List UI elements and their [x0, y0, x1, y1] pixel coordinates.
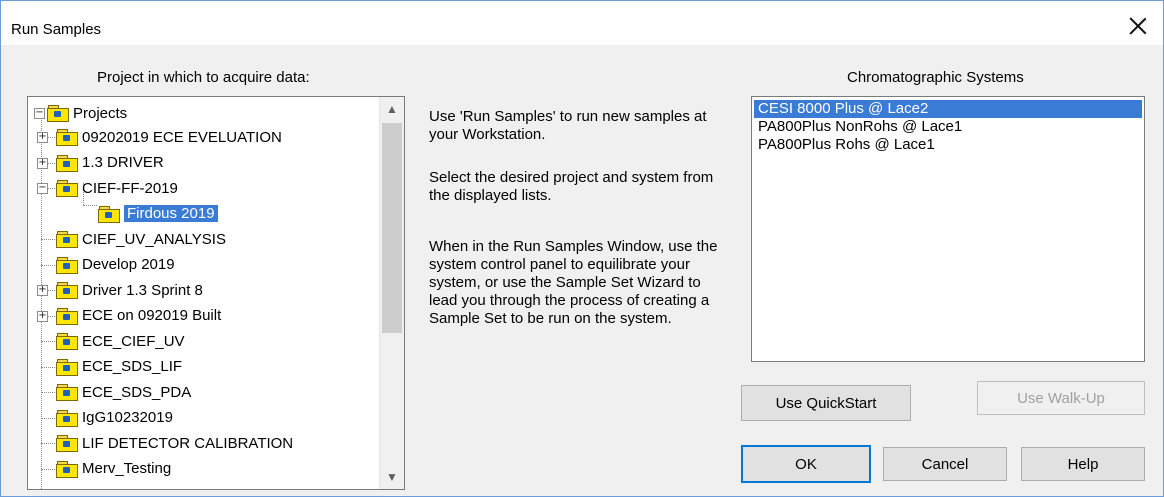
- tree-connector-line: [41, 366, 55, 368]
- scrollbar-thumb[interactable]: [382, 123, 402, 333]
- close-icon[interactable]: [1127, 15, 1149, 37]
- tree-item-project[interactable]: LIF DETECTOR CALIBRATION: [56, 432, 293, 454]
- project-folder-icon: [56, 409, 78, 427]
- tree-item-label: ECE_CIEF_UV: [82, 332, 185, 350]
- help-button[interactable]: Help: [1021, 447, 1145, 481]
- tree-connector-line: [41, 468, 55, 470]
- title-bar: Run Samples: [1, 1, 1163, 45]
- tree-connector-line: [83, 205, 97, 206]
- tree-item-projects-root[interactable]: − Projects: [34, 102, 127, 124]
- tree-item-label: IgG10232019: [82, 409, 173, 426]
- tree-connector-line: [41, 239, 55, 240]
- project-folder-icon: [56, 282, 78, 299]
- project-folder-icon: [98, 205, 120, 223]
- tree-connector-line: [41, 341, 55, 342]
- expand-icon[interactable]: +: [37, 157, 48, 169]
- tree-item-project[interactable]: CIEF_UV_ANALYSIS: [56, 228, 226, 250]
- collapse-icon[interactable]: −: [34, 107, 45, 119]
- scroll-down-arrow-icon[interactable]: ▼: [380, 465, 404, 489]
- tree-item-label: CIEF_UV_ANALYSIS: [82, 230, 226, 248]
- project-tree-content: − Projects +09202019 ECE EVELUATION +1.3 …: [28, 97, 380, 489]
- project-folder-icon: [56, 460, 78, 478]
- help-paragraph-3: When in the Run Samples Window, use the …: [429, 238, 718, 327]
- tree-item-label: ECE on 092019 Built: [82, 307, 222, 324]
- cancel-button[interactable]: Cancel: [883, 447, 1007, 481]
- use-quickstart-button[interactable]: Use QuickStart: [741, 385, 911, 421]
- tree-connector-line: [41, 392, 55, 393]
- tree-item-project[interactable]: ECE_CIEF_UV: [56, 330, 185, 352]
- project-list-label: Project in which to acquire data:: [97, 69, 310, 86]
- tree-item-project[interactable]: ECE_SDS_PDA: [56, 381, 191, 403]
- tree-item-project[interactable]: Merv_Testing: [56, 458, 171, 480]
- tree-connector-line: [41, 113, 42, 489]
- tree-connector-line: [41, 443, 55, 444]
- help-paragraph-2: Select the desired project and system fr…: [429, 169, 714, 204]
- tree-item-project[interactable]: Develop 2019: [56, 254, 175, 276]
- tree-item-project[interactable]: ECE on 092019 Built: [56, 305, 221, 327]
- system-item[interactable]: PA800Plus NonRohs @ Lace1: [754, 118, 1142, 136]
- tree-connector-line: [41, 417, 55, 419]
- project-folder-icon: [47, 105, 69, 122]
- tree-item-project[interactable]: IgG10232019: [56, 407, 173, 429]
- expand-icon[interactable]: +: [37, 285, 48, 296]
- systems-list-label: Chromatographic Systems: [847, 69, 1024, 86]
- system-item[interactable]: CESI 8000 Plus @ Lace2: [754, 100, 1142, 118]
- tree-item-label: Firdous 2019: [124, 205, 218, 222]
- tree-item-label: ECE_SDS_LIF: [82, 358, 183, 375]
- tree-item-project[interactable]: CIEF-FF-2019: [56, 177, 178, 199]
- run-samples-dialog: Run Samples Project in which to acquire …: [0, 0, 1164, 497]
- tree-item-project[interactable]: 1.3 DRIVER: [56, 152, 164, 174]
- tree-connector-line: [41, 264, 55, 266]
- project-folder-icon: [56, 307, 78, 325]
- help-paragraph-1: Use 'Run Samples' to run new samples at …: [429, 108, 707, 143]
- system-item[interactable]: PA800Plus Rohs @ Lace1: [754, 136, 1142, 154]
- tree-scrollbar[interactable]: ▲ ▼: [379, 97, 404, 489]
- project-folder-icon: [56, 333, 78, 350]
- project-folder-icon: [56, 256, 78, 274]
- tree-item-project[interactable]: 09202019 ECE EVELUATION: [56, 126, 282, 148]
- use-walk-up-button[interactable]: Use Walk-Up: [977, 381, 1145, 415]
- tree-item-project[interactable]: Firdous 2019: [98, 203, 218, 225]
- project-folder-icon: [56, 231, 78, 248]
- systems-list[interactable]: CESI 8000 Plus @ Lace2 PA800Plus NonRohs…: [751, 96, 1145, 362]
- scroll-up-arrow-icon[interactable]: ▲: [380, 97, 404, 121]
- expand-icon[interactable]: +: [37, 310, 48, 322]
- project-folder-icon: [56, 180, 78, 197]
- collapse-icon[interactable]: −: [37, 183, 48, 194]
- project-folder-icon: [56, 435, 78, 452]
- project-tree[interactable]: − Projects +09202019 ECE EVELUATION +1.3 …: [27, 96, 405, 490]
- tree-item-project[interactable]: ECE_SDS_LIF: [56, 356, 182, 378]
- expand-icon[interactable]: +: [37, 132, 48, 143]
- tree-item-label: 1.3 DRIVER: [82, 154, 164, 171]
- project-folder-icon: [56, 358, 78, 376]
- tree-item-label: CIEF-FF-2019: [82, 179, 178, 197]
- window-title: Run Samples: [11, 21, 102, 38]
- tree-item-label: Driver 1.3 Sprint 8: [82, 281, 203, 299]
- tree-item-label: ECE_SDS_PDA: [82, 383, 192, 401]
- ok-button[interactable]: OK: [741, 445, 871, 483]
- project-folder-icon: [56, 154, 78, 172]
- tree-item-label: Merv_Testing: [82, 460, 172, 477]
- tree-item-label: Develop 2019: [82, 256, 175, 273]
- tree-item-project[interactable]: Driver 1.3 Sprint 8: [56, 279, 203, 301]
- tree-item-label: Projects: [73, 104, 128, 122]
- project-folder-icon: [56, 384, 78, 401]
- project-folder-icon: [56, 129, 78, 146]
- tree-item-label: LIF DETECTOR CALIBRATION: [82, 434, 294, 452]
- tree-item-label: 09202019 ECE EVELUATION: [82, 128, 282, 146]
